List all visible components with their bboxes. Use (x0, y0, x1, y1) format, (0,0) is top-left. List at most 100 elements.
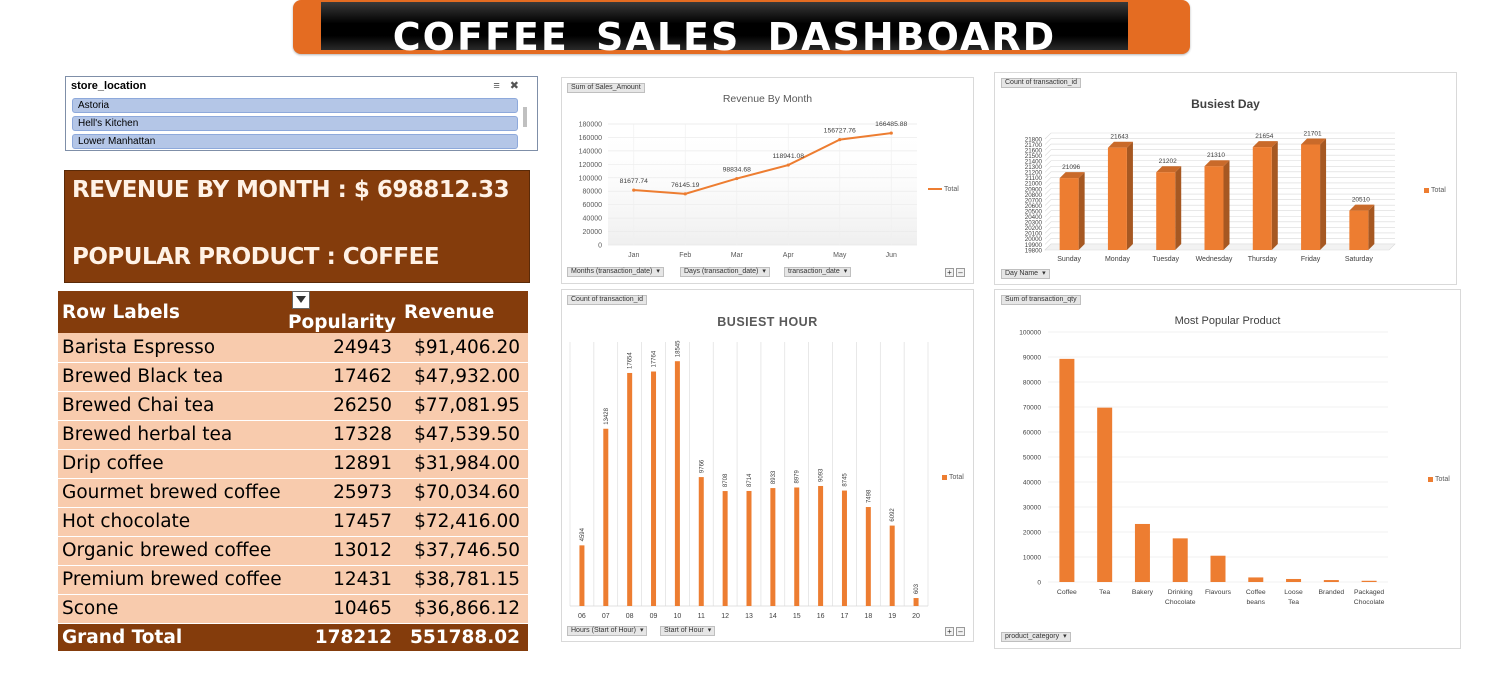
revenue-cell: $77,081.95 (398, 391, 528, 421)
y-tick-label: 70000 (1023, 404, 1041, 411)
data-label: 17654 (628, 352, 634, 369)
kpi-box: REVENUE BY MONTH : $ 698812.33 POPULAR P… (64, 170, 530, 283)
legend-label: Total (949, 474, 964, 481)
slicer-item-lower-manhattan[interactable]: Lower Manhattan (72, 134, 518, 149)
bar-side (1078, 172, 1085, 250)
x-tick-label: Bakery (1132, 589, 1154, 596)
bar-product (1286, 578, 1302, 582)
grand-total-label: Grand Total (58, 623, 288, 651)
slicer-header: store_location (71, 80, 147, 92)
busiest-hour-bar-plot: 4594 06 13428 07 17654 08 17764 09 18545 10 9766 11… (569, 340, 929, 620)
gridline (1044, 138, 1395, 145)
data-label: 118941.08 (772, 153, 804, 160)
x-tick-label: 19 (888, 613, 896, 620)
data-label: 20510 (1352, 197, 1370, 204)
data-label: 21096 (1062, 164, 1080, 171)
table-row[interactable]: Gourmet brewed coffee 25973 $70,034.60 (58, 478, 528, 508)
row-label-cell: Hot chocolate (58, 507, 288, 537)
kpi-revenue: REVENUE BY MONTH : $ 698812.33 (72, 177, 510, 203)
most-popular-product-chart[interactable]: Sum of transaction_qty Most Popular Prod… (994, 289, 1461, 649)
popularity-cell: 17328 (288, 420, 398, 450)
data-point (889, 131, 893, 135)
data-label: 9093 (819, 468, 825, 482)
months-field-button[interactable]: Months (transaction_date) (567, 267, 664, 277)
product-category-field-button[interactable]: product_category (1001, 632, 1071, 642)
table-row[interactable]: Hot chocolate 17457 $72,416.00 (58, 507, 528, 537)
x-tick-label: Packaged Chocolate (1354, 589, 1385, 606)
grand-total-row: Grand Total 178212 551788.02 (58, 623, 528, 651)
expand-field-button[interactable]: + (945, 268, 954, 277)
bar-friday (1301, 144, 1321, 250)
bar-monday (1107, 147, 1127, 250)
expand-field-button[interactable]: + (945, 627, 954, 636)
bar-product (1210, 555, 1226, 582)
hours-field-button[interactable]: Hours (Start of Hour) (567, 626, 648, 636)
days-field-button[interactable]: Days (transaction_date) (680, 267, 770, 277)
bar-hour-14 (770, 488, 776, 606)
y-tick-label: 160000 (579, 135, 602, 142)
table-row[interactable]: Brewed herbal tea 17328 $47,539.50 (58, 420, 528, 450)
y-tick-label: 40000 (1023, 479, 1041, 486)
slicer-scrollbar[interactable] (523, 107, 527, 127)
data-label: 21310 (1207, 152, 1225, 159)
busiest-hour-chart[interactable]: Count of transaction_id BUSIEST HOUR 459… (561, 289, 974, 642)
day-name-field-button[interactable]: Day Name (1001, 269, 1050, 279)
row-label-cell: Brewed herbal tea (58, 420, 288, 450)
table-row[interactable]: Brewed Chai tea 26250 $77,081.95 (58, 391, 528, 421)
bar-hour-06 (579, 545, 585, 606)
collapse-field-button[interactable]: – (956, 627, 965, 636)
bar-hour-18 (865, 507, 871, 606)
x-tick-label: Sunday (1057, 256, 1081, 263)
collapse-field-button[interactable]: – (956, 268, 965, 277)
x-tick-label: Loose Tea (1284, 589, 1303, 606)
data-label: 7498 (866, 489, 872, 503)
date-field-button[interactable]: transaction_date (784, 267, 852, 277)
x-tick-label: Coffee beans (1246, 589, 1266, 606)
row-label-cell: Drip coffee (58, 449, 288, 479)
data-label: 18545 (675, 340, 681, 357)
row-label-cell: Scone (58, 594, 288, 624)
bar-hour-07 (603, 428, 609, 606)
data-label: 81677.74 (620, 178, 649, 185)
y-tick-label: 100000 (1019, 329, 1041, 336)
start-of-hour-field-button[interactable]: Start of Hour (660, 626, 716, 636)
x-tick-label: Coffee (1057, 589, 1077, 596)
x-tick-label: 11 (698, 613, 705, 620)
revenue-cell: $70,034.60 (398, 478, 528, 508)
revenue-by-month-chart[interactable]: Sum of Sales_Amount Revenue By Month 0 20… (561, 77, 974, 284)
table-row[interactable]: Barista Espresso 24943 $91,406.20 (58, 333, 528, 363)
y-tick-label: 100000 (579, 175, 602, 182)
data-label: 21701 (1304, 130, 1322, 137)
bar-thursday (1252, 147, 1272, 250)
bar-hour-17 (841, 490, 847, 606)
x-tick-label: Tuesday (1152, 256, 1179, 263)
data-point (632, 188, 636, 192)
bar-saturday (1349, 210, 1369, 250)
data-label: 8714 (747, 473, 753, 487)
bar-side (1271, 141, 1278, 250)
revenue-cell: $47,539.50 (398, 420, 528, 450)
busiest-day-chart[interactable]: Count of transaction_id Busiest Day 1980… (994, 72, 1457, 285)
store-location-slicer[interactable]: store_location ≡✖ Astoria Hell's Kitchen… (65, 76, 538, 151)
y-tick-label: 50000 (1023, 454, 1041, 461)
pivot-header-revenue: Revenue (398, 291, 528, 333)
table-row[interactable]: Drip coffee 12891 $31,984.00 (58, 449, 528, 479)
slicer-item-hells-kitchen[interactable]: Hell's Kitchen (72, 116, 518, 131)
bar-hour-19 (889, 525, 895, 606)
table-row[interactable]: Premium brewed coffee 12431 $38,781.15 (58, 565, 528, 595)
slicer-item-astoria[interactable]: Astoria (72, 98, 518, 113)
product-bar-plot: 0 10000 20000 30000 40000 50000 60000 70000 8000… (1019, 329, 1388, 606)
table-row[interactable]: Brewed Black tea 17462 $47,932.00 (58, 362, 528, 392)
multi-select-icon[interactable]: ≡ (493, 80, 509, 92)
bar-side (1126, 141, 1133, 250)
bar-product (1248, 577, 1264, 582)
revenue-cell: $38,781.15 (398, 565, 528, 595)
clear-filter-icon[interactable]: ✖ (510, 80, 529, 92)
x-tick-label: Feb (679, 252, 691, 259)
x-tick-label: 12 (721, 613, 729, 620)
y-tick-label: 0 (598, 243, 602, 250)
filter-dropdown-icon[interactable] (292, 291, 310, 309)
kpi-popular-product: POPULAR PRODUCT : COFFEE (72, 244, 440, 270)
table-row[interactable]: Scone 10465 $36,866.12 (58, 594, 528, 624)
table-row[interactable]: Organic brewed coffee 13012 $37,746.50 (58, 536, 528, 566)
